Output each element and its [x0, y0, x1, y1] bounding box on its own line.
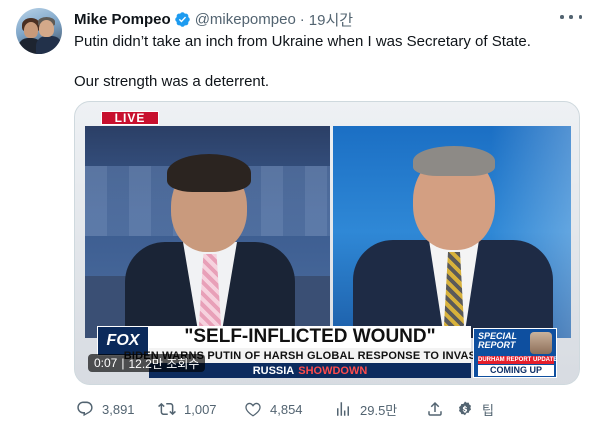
verified-badge-icon [174, 11, 190, 27]
tip-icon [459, 401, 471, 416]
views-icon [337, 402, 349, 416]
more-icon[interactable] [560, 8, 582, 26]
retweet-icon [158, 402, 176, 416]
news-headline: "SELF-INFLICTED WOUND" [149, 326, 471, 348]
coming-up-label: COMING UP [478, 365, 554, 376]
special-report-label: SPECIAL REPORT [478, 331, 517, 350]
views-button[interactable]: 29.5만 [334, 396, 397, 422]
durham-update-label: DURHAM REPORT UPDATE [478, 356, 557, 364]
ticker-word: SHOWDOWN [298, 364, 368, 377]
tweet-header: Mike Pompeo @mikepompeo · 19시간 [74, 9, 353, 29]
like-count: 4,854 [270, 401, 303, 417]
live-badge: LIVE [101, 111, 159, 125]
tweet: Mike Pompeo @mikepompeo · 19시간 Putin did… [0, 0, 601, 428]
video-time-views: 0:07 | 12.2만 조회수 [88, 354, 206, 372]
retweet-button[interactable]: 1,007 [158, 396, 217, 422]
video-player[interactable]: LIVE FOX "SELF-INFLICTED WOUND" BIDEN WA… [74, 101, 580, 385]
like-button[interactable]: 4,854 [244, 396, 303, 422]
avatar[interactable] [16, 8, 62, 54]
tweet-text: Putin didn’t take an inch from Ukraine w… [74, 32, 584, 92]
separator-dot: · [299, 10, 305, 28]
reply-button[interactable]: 3,891 [76, 396, 135, 422]
action-bar: 3,891 1,007 4,854 29.5만 팁 [74, 396, 584, 422]
tweet-text-line: Our strength was a deterrent. [74, 73, 270, 90]
reply-count: 3,891 [102, 401, 135, 417]
share-icon [428, 401, 442, 416]
reply-icon [77, 401, 93, 417]
special-report-box: SPECIAL REPORT DURHAM REPORT UPDATE COMI… [473, 328, 557, 378]
retweet-count: 1,007 [184, 401, 217, 417]
share-button[interactable] [426, 396, 452, 422]
view-count: 12.2만 조회수 [128, 356, 200, 371]
tweet-text-line: Putin didn’t take an inch from Ukraine w… [74, 33, 531, 50]
like-icon [245, 402, 261, 417]
anchor-panel [85, 126, 330, 338]
ticker-word: RUSSIA [252, 364, 295, 377]
elapsed-time: 0:07 [94, 356, 118, 370]
views-count: 29.5만 [360, 402, 398, 418]
tip-button[interactable]: 팁 [456, 396, 494, 422]
timestamp[interactable]: 19시간 [309, 9, 353, 30]
tip-label: 팁 [482, 402, 494, 418]
author-handle[interactable]: @mikepompeo [195, 11, 296, 28]
video-frame: LIVE FOX "SELF-INFLICTED WOUND" BIDEN WA… [75, 102, 579, 384]
guest-panel [333, 126, 571, 338]
author-name[interactable]: Mike Pompeo [74, 11, 171, 28]
report-thumbnail [530, 332, 552, 354]
